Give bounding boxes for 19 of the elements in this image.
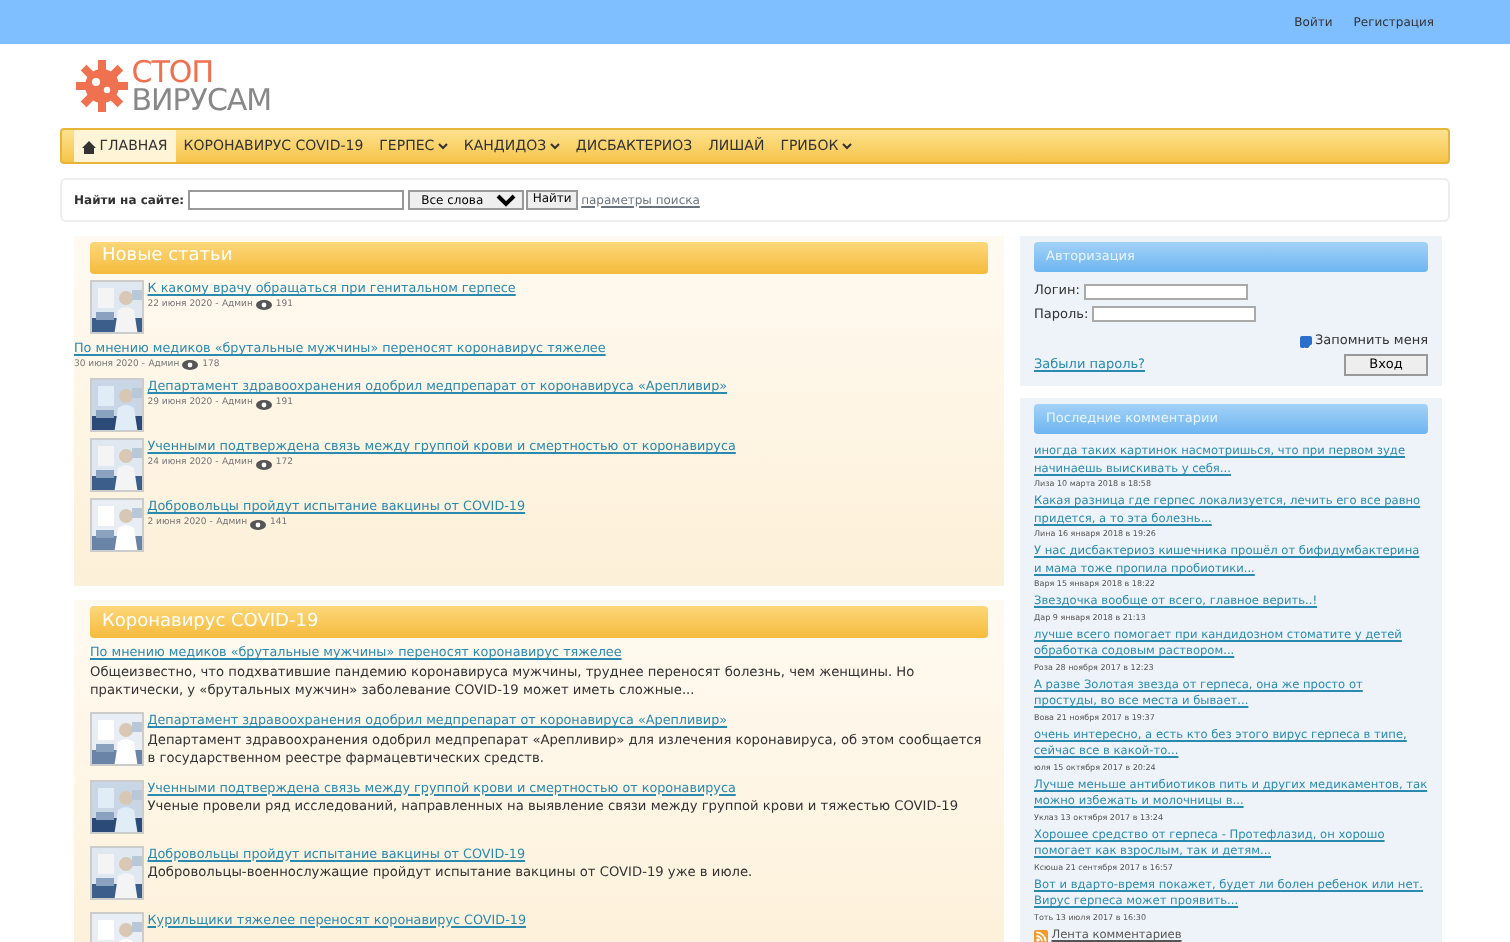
section-header: Коронавирус COVID-19 [90, 606, 988, 639]
eye-icon [256, 399, 273, 410]
caret-icon [549, 142, 560, 150]
logo-text: СТОП [131, 59, 213, 85]
logo-text: ВИРУСАМ [131, 85, 272, 113]
eye-icon [256, 459, 273, 470]
eye-icon [250, 519, 267, 530]
caret-icon [437, 142, 448, 150]
caret-icon [841, 142, 852, 150]
rss-icon [1034, 929, 1048, 942]
eye-icon [256, 300, 273, 311]
section-header: Новые статьи [90, 242, 988, 274]
eye-icon [182, 360, 199, 371]
search-field[interactable] [187, 190, 404, 210]
checkbox[interactable] [1299, 335, 1312, 348]
gear-logo-icon [76, 60, 128, 112]
home-icon [82, 139, 96, 153]
password-field[interactable] [1091, 306, 1256, 323]
login-field[interactable] [1083, 283, 1248, 300]
